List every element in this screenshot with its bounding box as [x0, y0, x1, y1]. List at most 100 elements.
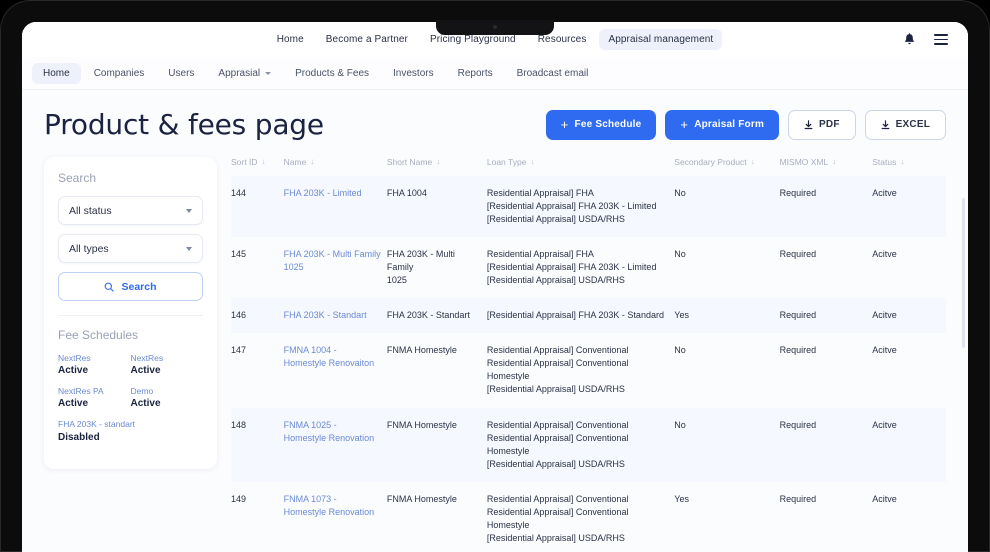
button-label: Apraisal Form	[694, 119, 765, 130]
cell-secondary-product: No	[674, 407, 780, 482]
hamburger-menu-icon[interactable]	[934, 34, 948, 45]
device-notch	[436, 20, 554, 35]
fee-schedule-item[interactable]: NextRes Active	[131, 353, 204, 376]
fee-schedules-list: NextRes Active NextRes Active NextRes PA Acti…	[58, 353, 203, 453]
types-filter-select[interactable]: All types	[58, 234, 203, 263]
fee-schedule-state: Disabled	[58, 431, 100, 443]
table-row[interactable]: 145 FHA 203K - Multi Family 1025 FHA 203K …	[231, 237, 946, 298]
cell-short-name: FHA 203K - Multi Family 1025	[386, 249, 455, 286]
cell-name[interactable]: FNMA 1025 - Homestyle Renovation	[283, 407, 387, 482]
subnav-item-6[interactable]: Reports	[447, 63, 504, 84]
cell-status: Acitve	[872, 345, 897, 356]
excel-button[interactable]: EXCEL	[864, 109, 946, 140]
header-action-buttons: + Fee Schedule + Apraisal Form PDF EXCEL	[545, 109, 946, 140]
sort-arrow-icon[interactable]: ↓	[436, 158, 440, 166]
subnav-item-5[interactable]: Investors	[382, 63, 445, 84]
fee-schedules-title: Fee Schedules	[58, 328, 139, 342]
cell-loan-type: Residential Appraisal] FHA [Residential …	[486, 176, 675, 238]
fee-schedule-item[interactable]: Demo Active	[131, 386, 204, 409]
fee-schedule-name: NextRes	[58, 353, 91, 363]
scrollbar-thumb[interactable]	[962, 198, 965, 348]
table-row[interactable]: 146 FHA 203K - Standart FHA 203K - Standar…	[231, 298, 946, 334]
subnav-item-label: Apprasial	[218, 67, 261, 79]
table-row[interactable]: 149 FNMA 1073 - Homestyle Renovation FNMA …	[231, 482, 946, 552]
subnav-item-0[interactable]: Home	[32, 62, 81, 84]
cell-sort-id: 145	[231, 249, 247, 260]
download-icon	[804, 119, 813, 130]
sort-arrow-icon[interactable]: ↓	[832, 158, 836, 166]
top-nav-link-1[interactable]: Become a Partner	[317, 29, 417, 50]
sort-arrow-icon[interactable]: ↓	[530, 158, 534, 166]
search-button[interactable]: Search	[58, 272, 203, 301]
cell-secondary-product: Yes	[674, 298, 780, 334]
apraisal-form-button[interactable]: + Apraisal Form	[665, 109, 780, 140]
cell-loan-type: Residential Appraisal] Conventional Resi…	[486, 345, 629, 395]
fee-schedule-button[interactable]: + Fee Schedule	[545, 109, 657, 140]
sort-arrow-icon[interactable]: ↓	[751, 158, 755, 166]
fee-schedule-item[interactable]: NextRes Active	[58, 353, 131, 376]
sort-arrow-icon[interactable]: ↓	[261, 158, 265, 166]
fee-schedule-item[interactable]: FHA 203K - standart Disabled	[58, 419, 203, 442]
cell-name[interactable]: FHA 203K - Standart	[283, 298, 387, 334]
column-header-label: MISMO XML	[779, 157, 829, 167]
table-body: 144 FHA 203K - Limited FHA 1004 Residential…	[231, 176, 946, 552]
subnav-item-3[interactable]: Apprasial	[207, 63, 282, 84]
fee-schedule-state: Active	[130, 365, 161, 377]
cell-name[interactable]: FMNA 1004 - Homestyle Renovaiton	[284, 333, 387, 407]
cell-name[interactable]: FHA 203K - Multi Family 1025	[284, 237, 387, 298]
app-page: Home Become a Partner Pricing Playground Re…	[22, 22, 968, 552]
cell-short-name: FNMA Homestyle	[386, 345, 457, 356]
cell-sort-id: 148	[231, 407, 284, 482]
cell-secondary-product: No	[674, 176, 780, 238]
cell-status: Acitve	[872, 298, 946, 334]
page-title: Product & fees page	[44, 108, 324, 141]
subnav-item-1[interactable]: Companies	[83, 63, 156, 84]
device-screen: Home Become a Partner Pricing Playground Re…	[22, 22, 968, 552]
subnav-item-2[interactable]: Users	[157, 63, 205, 84]
subnav-item-7[interactable]: Broadcast email	[506, 63, 600, 84]
table-row[interactable]: 144 FHA 203K - Limited FHA 1004 Residential…	[231, 176, 946, 238]
table-header-row: Sort ID ↓ Name ↓ Short Name ↓ Loan Type ↓ Second…	[231, 157, 946, 176]
fee-schedule-name: NextRes	[130, 353, 164, 363]
status-filter-select[interactable]: All status	[58, 196, 203, 225]
cell-secondary-product: No	[674, 249, 686, 260]
cell-short-name: FHA 1004	[386, 176, 487, 238]
products-table-wrapper: Sort ID ↓ Name ↓ Short Name ↓ Loan Type ↓ Second…	[231, 157, 946, 552]
sort-arrow-icon[interactable]: ↓	[900, 158, 904, 166]
cell-name[interactable]: FHA 203K - Limited	[283, 176, 387, 238]
status-filter-value: All status	[69, 204, 112, 217]
device-frame: Home Become a Partner Pricing Playground Re…	[0, 0, 990, 552]
cell-mismo-xml: Required	[779, 298, 873, 334]
table-row[interactable]: 147 FMNA 1004 - Homestyle Renovaiton FNMA …	[231, 333, 946, 407]
column-header-0[interactable]: Sort ID ↓	[231, 157, 284, 176]
top-nav-link-4[interactable]: Appraisal management	[599, 29, 723, 50]
subnav-item-4[interactable]: Products & Fees	[284, 63, 380, 84]
cell-mismo-xml: Required	[779, 176, 873, 238]
cell-sort-id: 146	[231, 298, 284, 334]
cell-short-name: FHA 203K - Standart	[386, 298, 487, 334]
column-header-5[interactable]: MISMO XML ↓	[780, 157, 873, 176]
cell-name[interactable]: FNMA 1073 - Homestyle Renovation	[284, 482, 387, 552]
table-row[interactable]: 148 FNMA 1025 - Homestyle Renovation FNMA …	[231, 407, 946, 482]
cell-sort-id: 149	[231, 493, 247, 504]
subnav-item-label: Users	[168, 67, 195, 79]
button-label: EXCEL	[895, 119, 930, 130]
fee-schedule-state: Active	[58, 398, 89, 410]
sort-arrow-icon[interactable]: ↓	[310, 158, 314, 166]
cell-status: Acitve	[872, 493, 897, 504]
column-header-6[interactable]: Status ↓	[872, 157, 946, 176]
column-header-4[interactable]: Secondary Product ↓	[674, 157, 779, 176]
column-header-1[interactable]: Name ↓	[284, 157, 387, 176]
bell-icon[interactable]	[903, 32, 916, 47]
cell-short-name: FNMA Homestyle	[386, 493, 457, 504]
camera-dot-icon	[493, 25, 497, 29]
fee-schedule-item[interactable]: NextRes PA Active	[58, 386, 131, 409]
column-header-3[interactable]: Loan Type ↓	[487, 157, 674, 176]
cell-secondary-product: Yes	[674, 493, 689, 504]
cell-status: Acitve	[872, 249, 897, 260]
pdf-button[interactable]: PDF	[788, 109, 856, 140]
plus-icon: +	[560, 117, 569, 132]
column-header-2[interactable]: Short Name ↓	[387, 157, 487, 176]
top-nav-link-0[interactable]: Home	[268, 29, 313, 50]
button-label: Fee Schedule	[574, 119, 642, 130]
